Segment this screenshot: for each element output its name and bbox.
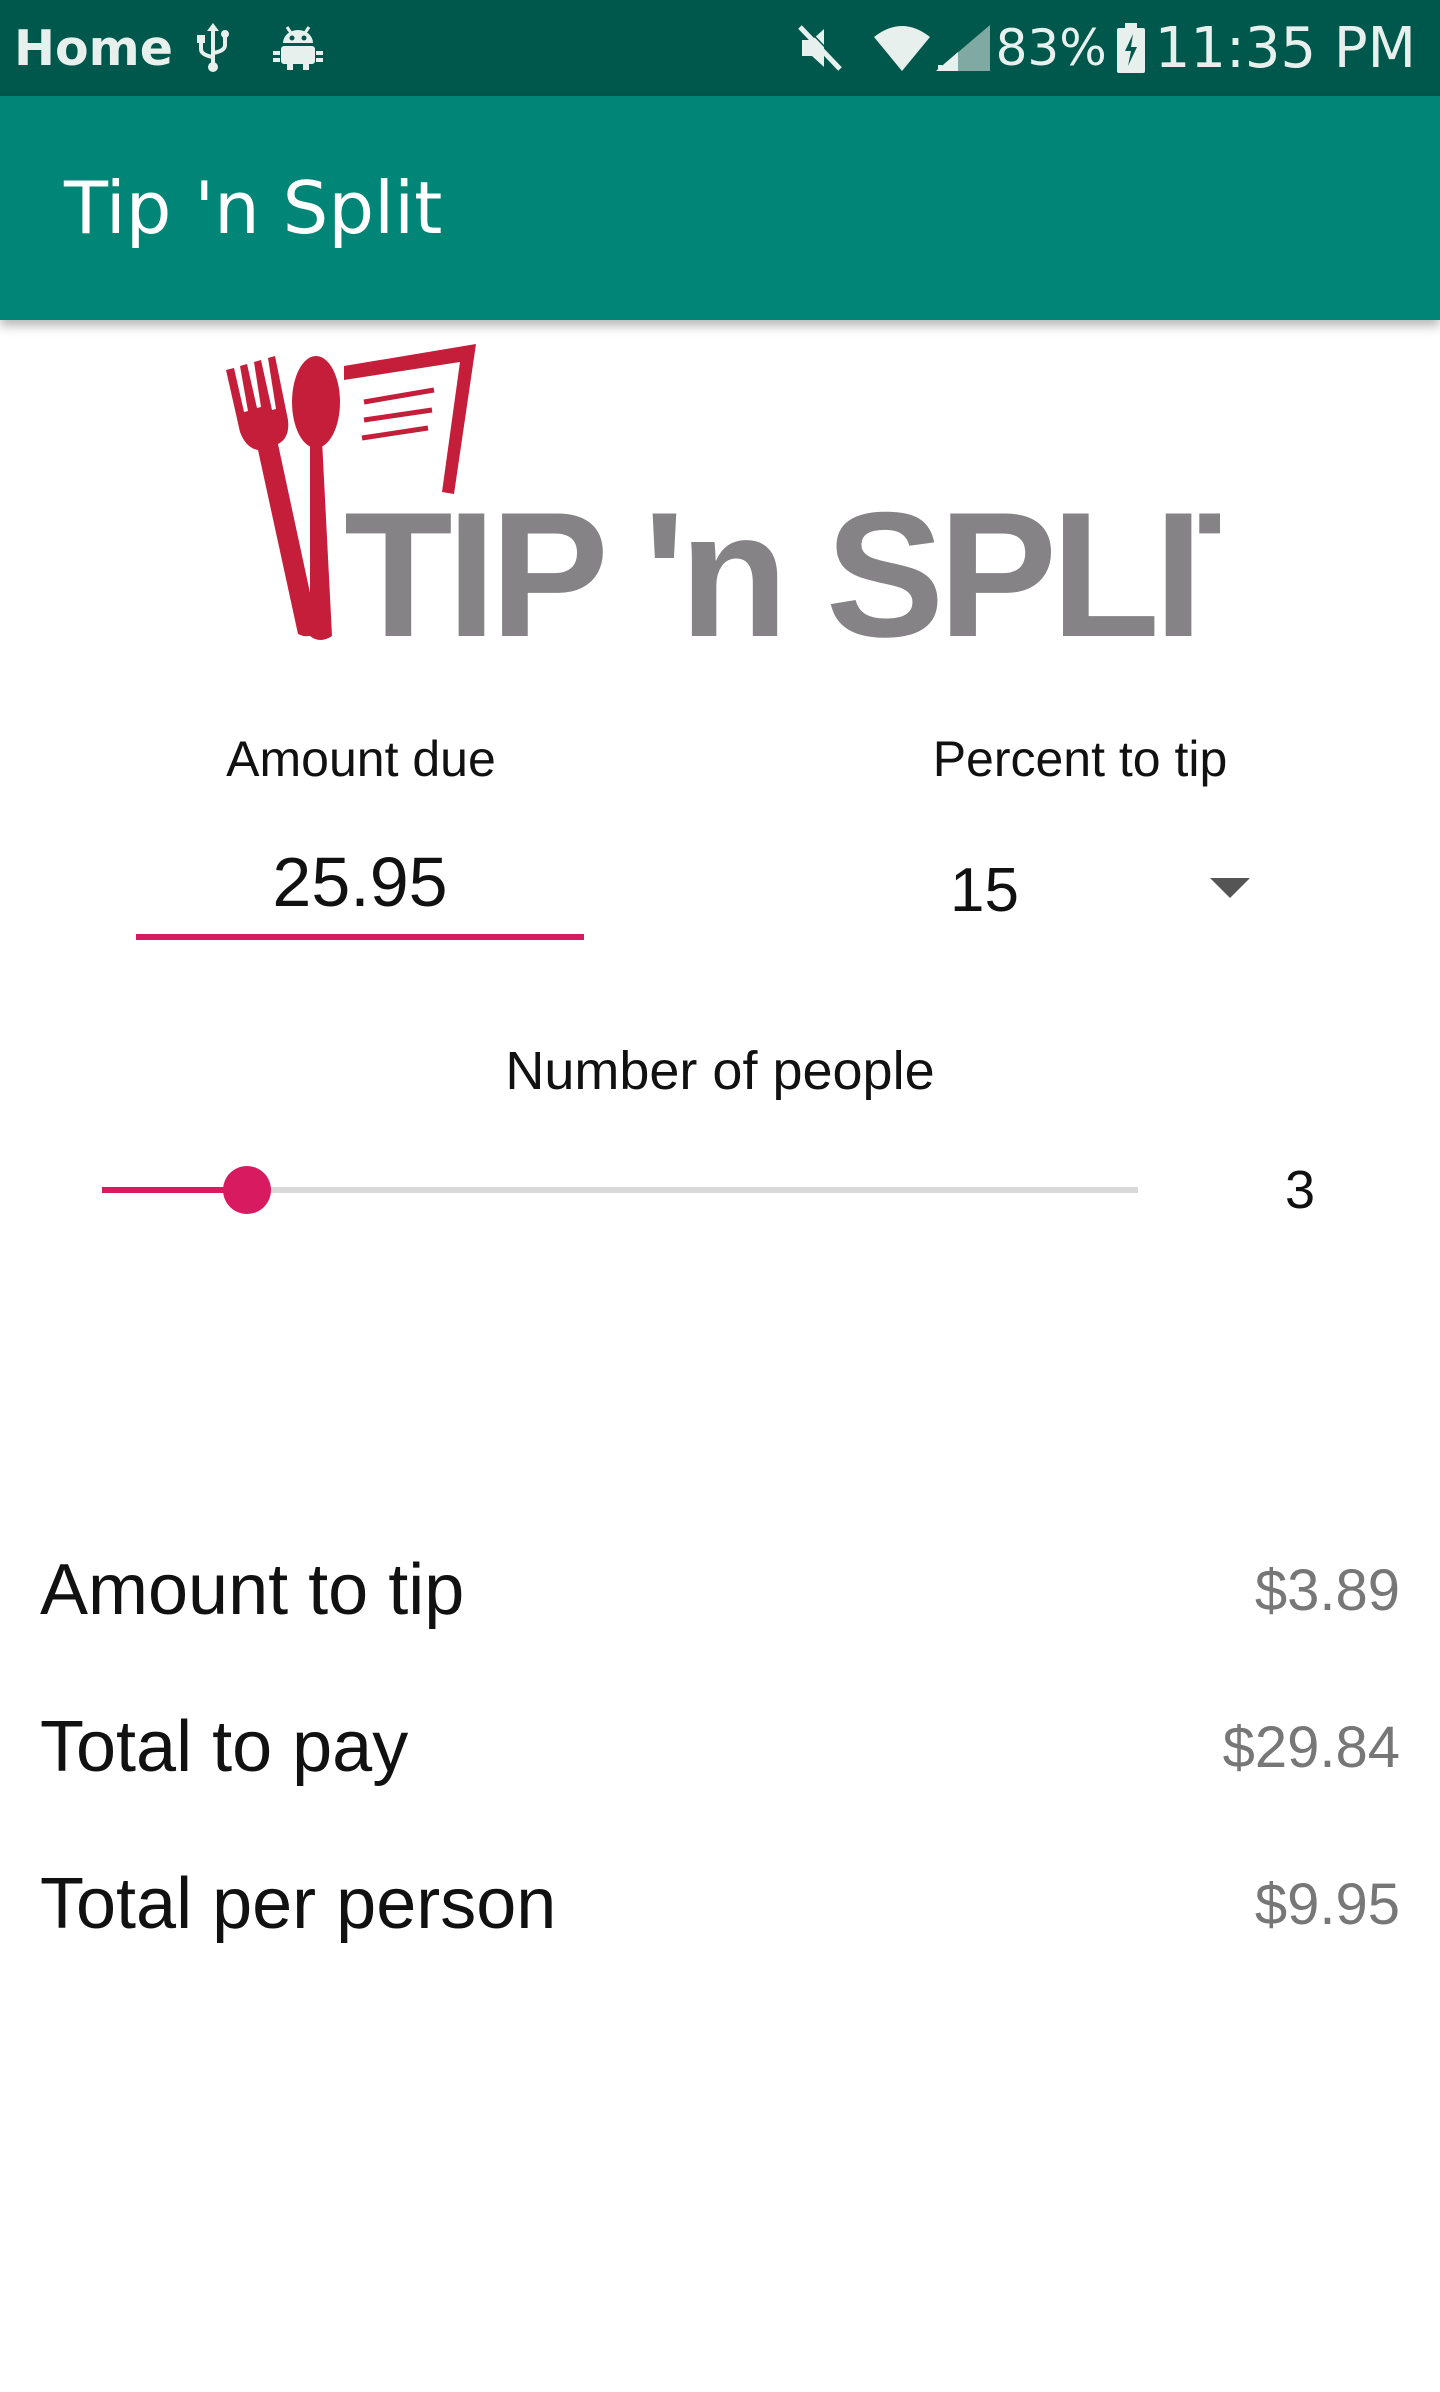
total-per-person-label: Total per person: [40, 1864, 557, 1944]
usb-icon: [195, 23, 231, 73]
percent-selected-value: 15: [950, 855, 1019, 925]
status-home-label: Home: [14, 19, 173, 77]
number-of-people-label: Number of people: [505, 1041, 935, 1101]
tip-split-screen: Home 83% 11:35 PM Tip 'n Split TIP 'n SP…: [0, 0, 1440, 2392]
signal-icon: [935, 25, 990, 71]
status-bar: Home 83% 11:35 PM: [0, 0, 1440, 96]
mute-icon: [794, 23, 844, 73]
battery-percent: 83%: [995, 19, 1107, 77]
amount-to-tip-row: Amount to tip $3.89: [40, 1540, 1400, 1640]
total-to-pay-label: Total to pay: [40, 1707, 409, 1787]
amount-to-tip-value: $3.89: [1254, 1557, 1400, 1623]
status-time: 11:35 PM: [1154, 15, 1416, 81]
menu-page-icon: [344, 344, 476, 494]
amount-due-input[interactable]: [136, 830, 584, 940]
status-bar-left: Home: [14, 0, 323, 96]
dropdown-arrow-icon: [1210, 878, 1250, 898]
percent-to-tip-dropdown[interactable]: 15: [900, 840, 1260, 940]
android-debug-icon: [272, 25, 323, 71]
app-title: Tip 'n Split: [64, 166, 443, 250]
total-per-person-value: $9.95: [1254, 1871, 1400, 1937]
percent-to-tip-label: Percent to tip: [932, 731, 1228, 787]
tip-n-split-logo: TIP 'n SPLIT: [220, 340, 1310, 674]
logo-text: TIP 'n SPLIT: [344, 475, 1220, 650]
amount-to-tip-label: Amount to tip: [40, 1550, 465, 1630]
app-bar: Tip 'n Split: [0, 96, 1440, 320]
total-per-person-row: Total per person $9.95: [40, 1854, 1400, 1954]
people-count-value: 3: [1284, 1160, 1316, 1220]
battery-icon: [1116, 23, 1145, 73]
total-to-pay-value: $29.84: [1222, 1714, 1400, 1780]
status-bar-right: 83% 11:35 PM: [794, 0, 1416, 96]
people-slider[interactable]: [102, 1150, 1138, 1230]
slider-thumb[interactable]: [223, 1166, 271, 1214]
total-to-pay-row: Total to pay $29.84: [40, 1697, 1400, 1797]
wifi-icon: [873, 25, 930, 71]
amount-due-label: Amount due: [226, 731, 496, 787]
